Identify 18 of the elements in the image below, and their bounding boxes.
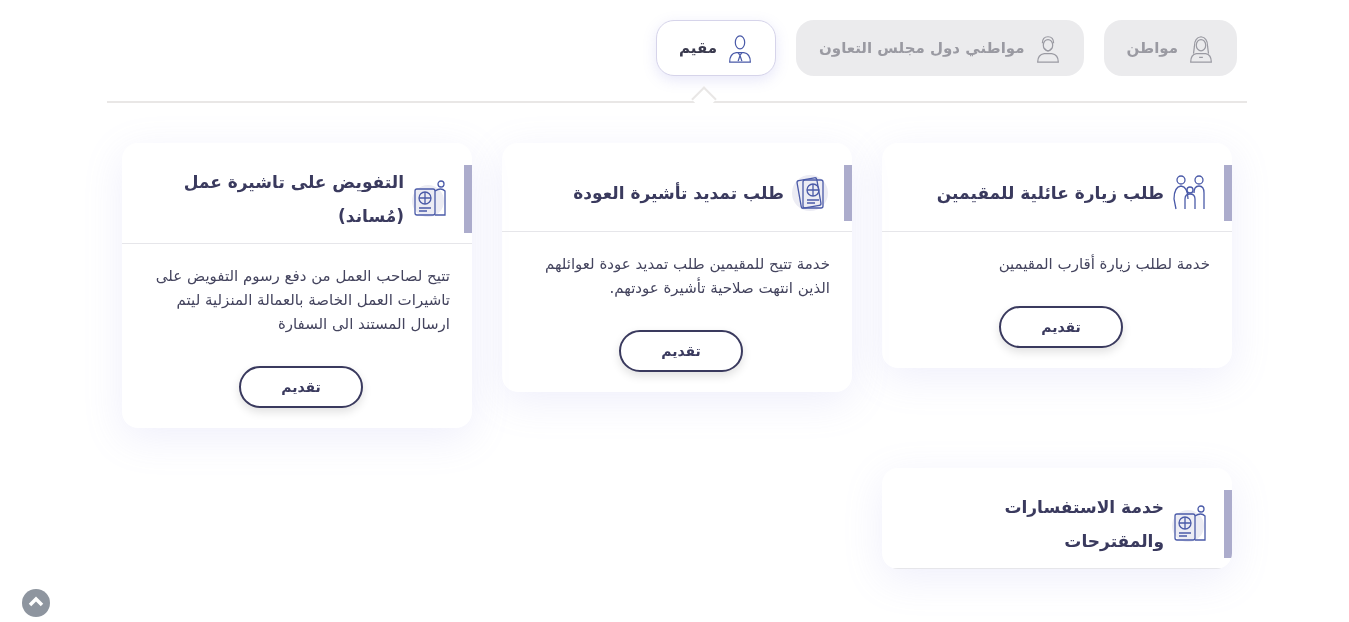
accent-bar [844, 165, 852, 221]
apply-button[interactable]: تقديم [619, 330, 743, 372]
scroll-up-button[interactable] [22, 589, 50, 617]
chevron-up-icon [22, 589, 50, 617]
service-description: تتيح لصاحب العمل من دفع رسوم التفويض على تاشيرات العمل الخاصة بالعمالة المنزلية ليتم ارسال المستند الى السفارة [154, 266, 450, 335]
service-title: التفويض على تاشيرة عمل (مُساند) [182, 171, 404, 228]
service-title: طلب تمديد تأشيرة العودة [573, 181, 784, 206]
service-title: طلب زيارة عائلية للمقيمين [936, 182, 1164, 206]
accent-bar [1224, 490, 1232, 558]
apply-button[interactable]: تقديم [239, 366, 363, 408]
accent-bar [1224, 165, 1232, 221]
user-type-tab[interactable]: مقيم [656, 20, 776, 76]
accent-bar [464, 165, 472, 233]
service-description: خدمة تتيح للمقيمين طلب تمديد عودة لعوائلهم الذين انتهت صلاحية تأشيرة عودتهم. [543, 254, 830, 299]
apply-button[interactable]: تقديم [999, 306, 1123, 348]
service-description: خدمة لطلب زيارة أقارب المقيمين [997, 253, 1210, 275]
passport-icon [790, 173, 830, 213]
service-title: خدمة الاستفسارات والمقترحات [1003, 496, 1164, 554]
